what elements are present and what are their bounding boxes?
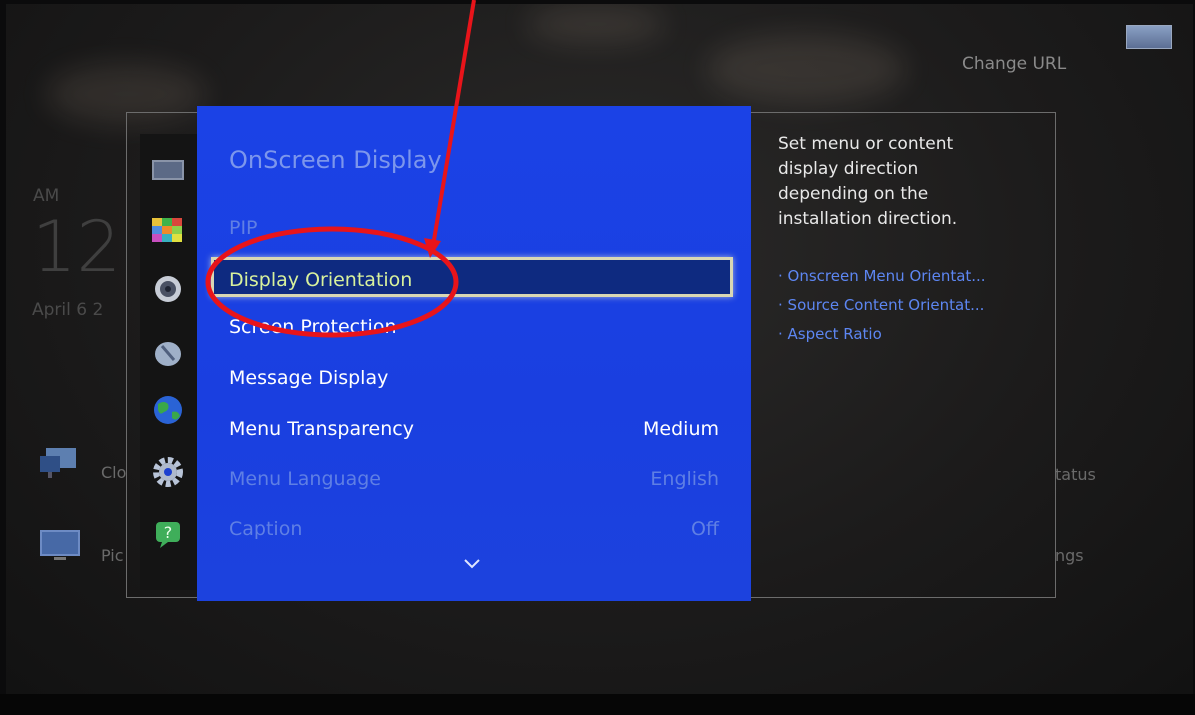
menu-item-label: Display Orientation — [229, 269, 413, 291]
gear-icon[interactable] — [150, 456, 186, 488]
menu-item-label: Menu Language — [229, 468, 381, 490]
menu-item-label: Screen Protection — [229, 316, 397, 338]
menu-item-label: PIP — [229, 217, 258, 239]
light-glare — [706, 34, 906, 104]
menu-item-display-orientation[interactable]: Display Orientation — [211, 257, 733, 297]
help-subitems: · Onscreen Menu Orientat... · Source Con… — [778, 262, 1038, 349]
menu-item-label: Message Display — [229, 367, 389, 389]
clock-hour: 12 — [32, 206, 122, 288]
clock-ampm: AM — [33, 186, 60, 206]
menu-item-label: Menu Transparency — [229, 418, 414, 440]
menu-item-pip[interactable]: PIP — [229, 208, 719, 248]
menu-item-message-display[interactable]: Message Display — [229, 358, 719, 398]
chevron-down-icon[interactable] — [463, 558, 481, 570]
globe-icon[interactable] — [150, 394, 186, 426]
tile-label: Clo — [101, 463, 127, 482]
help-subitem: · Onscreen Menu Orientat... — [778, 267, 986, 285]
menu-item-value: Medium — [643, 418, 719, 440]
monitor-icon[interactable] — [40, 530, 80, 562]
help-subitem: · Aspect Ratio — [778, 325, 882, 343]
help-description: Set menu or content display direction de… — [778, 134, 958, 229]
change-url-link[interactable]: Change URL — [962, 54, 1066, 74]
menu-item-menu-transparency[interactable]: Menu Transparency Medium — [229, 409, 719, 449]
menu-item-caption[interactable]: Caption Off — [229, 509, 719, 549]
settings-sidebar: ? — [140, 134, 198, 590]
menu-item-label: Caption — [229, 518, 303, 540]
help-icon[interactable]: ? — [150, 518, 186, 550]
help-subitem-label: Onscreen Menu Orientat... — [787, 267, 986, 285]
help-subitem-label: Source Content Orientat... — [787, 296, 985, 314]
light-glare — [526, 4, 666, 44]
menu-item-menu-language[interactable]: Menu Language English — [229, 459, 719, 499]
multi-screen-icon[interactable] — [40, 448, 80, 480]
onscreen-display-menu: OnScreen Display PIP Display Orientation… — [197, 106, 751, 601]
source-icon[interactable] — [1126, 25, 1172, 49]
menu-item-value: Off — [690, 518, 719, 540]
tile-label: Pic — [101, 546, 124, 565]
tile-label: ngs — [1055, 546, 1084, 565]
help-subitem: · Source Content Orientat... — [778, 296, 985, 314]
menu-title: OnScreen Display — [229, 146, 442, 174]
help-subitem-label: Aspect Ratio — [787, 325, 882, 343]
picture-icon[interactable] — [150, 156, 186, 184]
tv-bezel — [0, 694, 1195, 715]
menu-item-value: English — [650, 468, 719, 490]
clock-date: April 6 2 — [32, 300, 104, 320]
tile-label: tatus — [1055, 465, 1096, 484]
speaker-icon[interactable] — [150, 274, 186, 304]
broadcast-icon[interactable] — [150, 338, 186, 368]
menu-item-screen-protection[interactable]: Screen Protection — [229, 307, 719, 347]
svg-text:?: ? — [164, 523, 173, 542]
mosaic-icon[interactable] — [150, 216, 186, 244]
